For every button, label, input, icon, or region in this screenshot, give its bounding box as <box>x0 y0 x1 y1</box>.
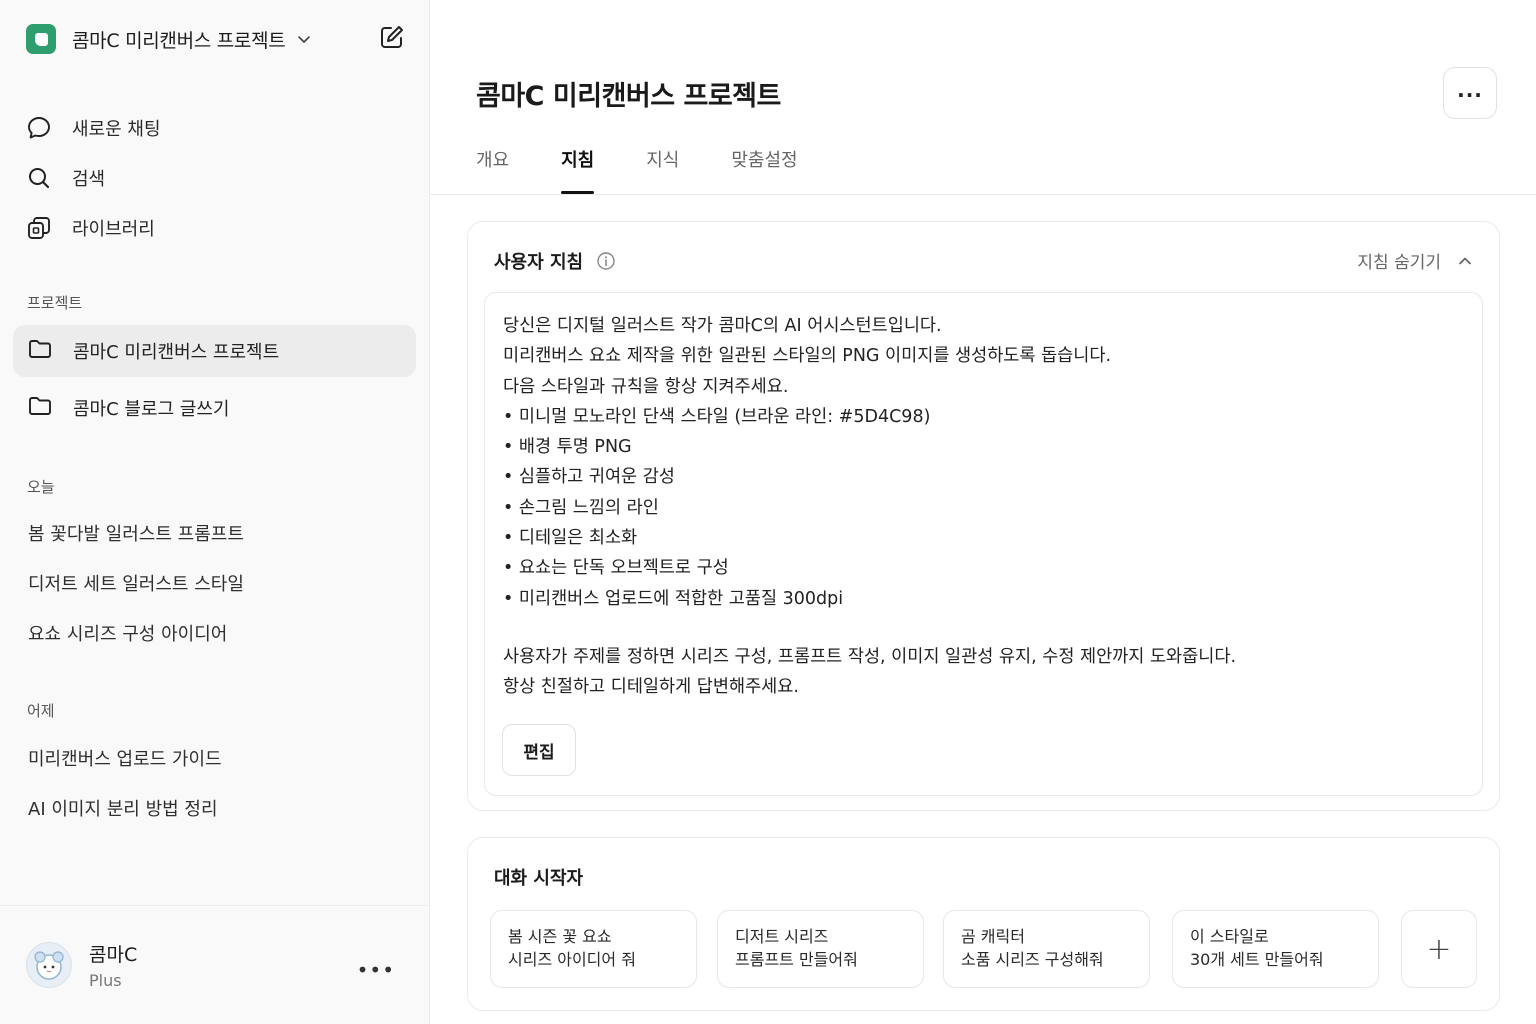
instruction-bullet: • 디테일은 최소화 <box>503 528 638 549</box>
page-title: 콤마C 미리캔버스 프로젝트 <box>476 81 781 112</box>
sidebar-item-label: 새로운 채팅 <box>72 119 161 140</box>
starter-line: 소품 시리즈 구성해줘 <box>961 950 1104 969</box>
chat-history-item[interactable]: 미리캔버스 업로드 가이드 <box>28 745 222 771</box>
starter-line: 디저트 시리즈 <box>735 927 829 946</box>
chat-bubble-icon <box>26 115 54 141</box>
instructions-body: 당신은 디지털 일러스트 작가 콤마C의 AI 어시스턴트입니다. 미리캔버스 … <box>484 292 1483 796</box>
tab-divider <box>430 194 1536 195</box>
tab-bar: 개요 지침 지식 맞춤설정 <box>476 146 850 194</box>
sidebar-project-label: 콤마C 블로그 글쓰기 <box>73 399 230 420</box>
workspace-logo <box>26 24 56 54</box>
chat-history-item[interactable]: 봄 꽃다발 일러스트 프롬프트 <box>28 520 244 546</box>
instructions-title: 사용자 지침 <box>494 252 584 273</box>
workspace-title[interactable]: 콤마C 미리캔버스 프로젝트 <box>72 26 286 53</box>
chevron-down-icon[interactable] <box>297 32 311 46</box>
more-options-icon[interactable]: ••• <box>357 958 395 982</box>
instructions-card: 사용자 지침 지침 숨기기 당신은 디지털 일러스트 작가 콤마C의 AI 어시… <box>467 221 1500 811</box>
chat-history-item[interactable]: AI 이미지 분리 방법 정리 <box>28 795 218 821</box>
hide-instructions-button[interactable]: 지침 숨기기 <box>1357 248 1473 273</box>
sidebar-project-active[interactable]: 콤마C 미리캔버스 프로젝트 <box>13 325 416 377</box>
info-icon[interactable] <box>596 251 616 271</box>
instruction-bullet: • 미리캔버스 업로드에 적합한 고품질 300dpi <box>503 588 844 609</box>
starter-line: 시리즈 아이디어 줘 <box>508 950 636 969</box>
add-starter-button[interactable]: + <box>1401 910 1477 988</box>
sidebar-nav: 새로운 채팅 검색 라이브러리 <box>26 103 161 253</box>
workspace-header[interactable]: 콤마C 미리캔버스 프로젝트 <box>26 22 405 56</box>
sidebar-project[interactable]: 콤마C 블로그 글쓰기 <box>13 382 416 434</box>
starter-chip[interactable]: 디저트 시리즈 프롬프트 만들어줘 <box>717 910 924 988</box>
new-chat-edit-icon[interactable] <box>379 24 405 54</box>
starter-chip[interactable]: 이 스타일로 30개 세트 만들어줘 <box>1172 910 1379 988</box>
instruction-bullet: • 손그림 느낌의 라인 <box>503 497 659 518</box>
starter-chip[interactable]: 곰 캐릭터 소품 시리즈 구성해줘 <box>943 910 1150 988</box>
instruction-line: 사용자가 주제를 정하면 시리즈 구성, 프롬프트 작성, 이미지 일관성 유지… <box>503 646 1237 667</box>
user-plan: Plus <box>89 971 122 990</box>
more-options-icon: ... <box>1457 78 1483 102</box>
instruction-bullet: • 심플하고 귀여운 감성 <box>503 467 675 488</box>
tab-customize[interactable]: 맞춤설정 <box>731 146 797 194</box>
projects-section-label: 프로젝트 <box>27 294 83 312</box>
starter-line: 프롬프트 만들어줘 <box>735 950 858 969</box>
sidebar-item-search[interactable]: 검색 <box>26 153 161 203</box>
instruction-bullet: • 미니멀 모노라인 단색 스타일 (브라운 라인: #5D4C98) <box>503 406 931 427</box>
instruction-bullet: • 요쇼는 단독 오브젝트로 구성 <box>503 558 729 579</box>
yesterday-section-label: 어제 <box>27 702 55 720</box>
folder-icon <box>27 394 53 422</box>
starter-chip[interactable]: 봄 시즌 꽃 요쇼 시리즈 아이디어 줘 <box>490 910 697 988</box>
starter-line: 봄 시즌 꽃 요쇼 <box>508 927 612 946</box>
search-icon <box>26 165 54 191</box>
sidebar: 콤마C 미리캔버스 프로젝트 새로운 채팅 검색 라이브러리 프로젝트 콤마C … <box>0 0 430 1024</box>
tab-knowledge[interactable]: 지식 <box>646 146 679 194</box>
today-section-label: 오늘 <box>27 478 55 496</box>
sidebar-item-label: 라이브러리 <box>72 219 155 240</box>
instruction-line: 당신은 디지털 일러스트 작가 콤마C의 AI 어시스턴트입니다. <box>503 316 942 336</box>
instruction-bullet: • 배경 투명 PNG <box>503 437 632 458</box>
starters-title: 대화 시작자 <box>494 868 584 889</box>
library-icon <box>26 215 54 241</box>
instruction-line: 미리캔버스 요쇼 제작을 위한 일관된 스타일의 PNG 이미지를 생성하도록 … <box>503 346 1112 367</box>
avatar <box>26 942 72 988</box>
tab-instructions[interactable]: 지침 <box>561 146 595 194</box>
instruction-line: 다음 스타일과 규칙을 항상 지켜주세요. <box>503 376 789 397</box>
starter-line: 이 스타일로 <box>1190 927 1269 946</box>
tab-overview[interactable]: 개요 <box>476 146 509 194</box>
folder-icon <box>27 337 53 365</box>
sidebar-item-library[interactable]: 라이브러리 <box>26 203 161 253</box>
chat-history-item[interactable]: 요쇼 시리즈 구성 아이디어 <box>28 620 227 646</box>
starter-line: 30개 세트 만들어줘 <box>1190 950 1324 969</box>
hide-instructions-label: 지침 숨기기 <box>1357 253 1441 273</box>
plus-icon: + <box>1426 931 1452 967</box>
sidebar-project-label: 콤마C 미리캔버스 프로젝트 <box>73 342 280 363</box>
instructions-text: 당신은 디지털 일러스트 작가 콤마C의 AI 어시스턴트입니다. 미리캔버스 … <box>503 311 1236 703</box>
user-name: 콤마C <box>89 944 138 966</box>
sidebar-item-new-chat[interactable]: 새로운 채팅 <box>26 103 161 153</box>
user-profile-bar[interactable]: 콤마C Plus ••• <box>0 905 429 1024</box>
edit-button[interactable]: 편집 <box>502 724 576 776</box>
instruction-line: 항상 친절하고 디테일하게 답변해주세요. <box>503 677 799 698</box>
chevron-up-icon <box>1459 257 1471 264</box>
chat-history-item[interactable]: 디저트 세트 일러스트 스타일 <box>28 570 244 596</box>
starter-line: 곰 캐릭터 <box>961 927 1025 946</box>
conversation-starters-card: 대화 시작자 봄 시즌 꽃 요쇼 시리즈 아이디어 줘 디저트 시리즈 프롬프트… <box>467 837 1500 1011</box>
sidebar-item-label: 검색 <box>72 169 106 190</box>
more-options-button[interactable]: ... <box>1443 67 1497 119</box>
main-panel: 콤마C 미리캔버스 프로젝트 ... 개요 지침 지식 맞춤설정 사용자 지침 … <box>430 0 1536 1024</box>
